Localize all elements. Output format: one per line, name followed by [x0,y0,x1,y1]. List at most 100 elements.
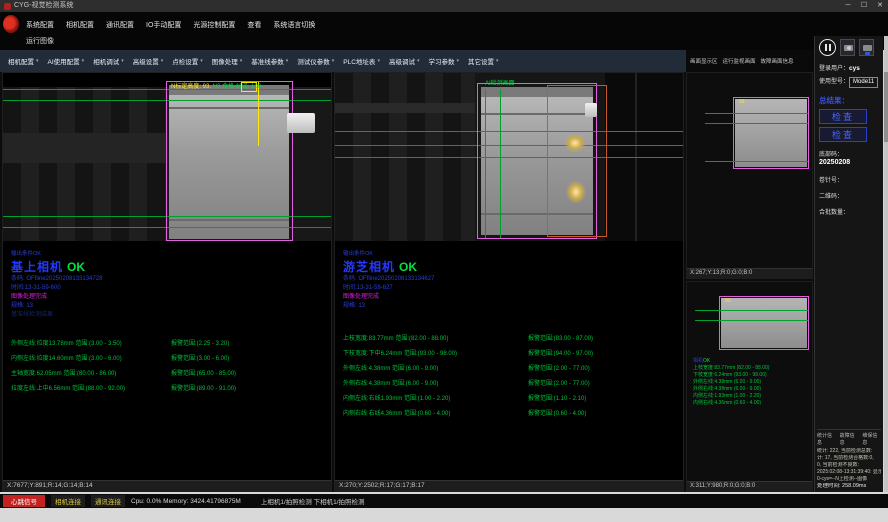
scrollbar-thumb[interactable] [884,72,888,142]
menu-item-view[interactable]: 查看 [247,20,261,30]
chevron-down-icon: ▾ [82,58,85,64]
pause-button[interactable] [819,39,836,56]
menu-item-system-config[interactable]: 系统配置 [26,20,54,30]
maximize-button[interactable]: ☐ [856,0,872,12]
chevron-down-icon: ▾ [332,58,335,64]
left-camera-image[interactable]: N标定高度: 93. N0 合格 纠误: 100 [3,73,331,241]
toolbar-item-plc-address[interactable]: PLC地址表▾ [343,56,380,66]
preview-1[interactable]: 93 X:267;Y:13;R:0;G:0;B:0 [686,72,813,279]
camera-result-title: 游芝相机OK [343,258,675,275]
measurement-list: 外侧左线:拉度13.78mm 范围:(3.00 - 3.50)报警范围:(2.2… [11,340,323,393]
preview-measurement: 外侧右线:4.38mm (6.00 - 9.00) [693,386,769,393]
measurement-row: 外侧右线:4.38mm 范围:(6.00 - 9.00)报警范围:(2.00 -… [343,380,675,388]
toolbar-item-test-params[interactable]: 测试仪参数▾ [297,56,334,66]
measurement-list: 上枝宽度:83.77mm 范围:(82.00 - 88.00)报警范围:(83.… [343,335,675,418]
measurement-row: 内侧右线:右线4.36mm 范围:(0.60 - 4.00)报警范围:(0.60… [343,410,675,418]
toolbar-label: 高级设置 [133,56,159,66]
annotation-result: N0 合格 纠误: 100 [213,84,261,90]
guide-line [705,113,808,114]
camera-view-button[interactable] [840,39,855,56]
toolbar-item-advanced-debug[interactable]: 高级调试▾ [389,56,420,66]
tab-run-image[interactable]: 运行图像 [26,38,54,45]
stat-line: 统计: 222, 当前检测总数: [817,448,881,455]
reflection-glow [561,131,589,155]
bright-part [585,103,597,117]
toolbar-label: 高级调试 [389,56,415,66]
toolbar-item-image-processing[interactable]: 图像处理▾ [212,56,243,66]
bottom-code-value: 20250208 [819,158,880,168]
camera-lens-icon [847,46,851,50]
tab-stats-info[interactable]: 统计信息 [817,432,836,446]
toolbar-item-advanced-settings[interactable]: 高级设置▾ [133,56,164,66]
menu-item-io-manual[interactable]: IO手动配置 [146,20,181,30]
menu-item-camera-config[interactable]: 相机配置 [66,20,94,30]
comm-link-status: 通讯连接 [91,495,125,507]
panel-scrollbar[interactable] [884,36,888,492]
alarm-range: 报警范围:(2.25 - 3.20) [171,340,229,348]
chevron-down-icon: ▾ [377,58,380,64]
camera-link-status: 相机连接 [51,495,85,507]
measurement-row: 外侧左线:4.38mm 范围:(6.00 - 9.00)报警范围:(2.00 -… [343,365,675,373]
toolbar-item-spot-check[interactable]: 点检设置▾ [172,56,203,66]
left-camera-panel: N标定高度: 93. N0 合格 纠误: 100 输出条件OK 基上相机OK 条… [2,72,332,492]
heartbeat-button[interactable]: 心跳信号 [3,495,45,507]
result-ok: OK [67,260,85,274]
measurement-value: 主轴宽度:62.05mm 范围:(80.00 - 86.00) [11,370,171,378]
toolbar-item-baseline-params[interactable]: 基准线参数▾ [251,56,288,66]
brand-logo [3,15,19,33]
camera-capture-status: 上相机1/拍照检测 下相机1/拍照检测 [261,496,365,506]
measurement-value: 内侧左线:右线1.93mm 范围:(1.00 - 2.20) [343,395,528,403]
status-dot-icon [865,52,870,55]
time-line: 时间:13-31-59-627 [343,284,675,293]
measure-line [258,82,259,146]
close-button[interactable]: ✕ [872,0,888,12]
guide-line [695,320,808,321]
minimize-button[interactable]: ─ [840,0,856,12]
toolbar-item-camera-debug[interactable]: 相机调试▾ [93,56,124,66]
toolbar-item-camera-config[interactable]: 相机配置▾ [8,56,39,66]
measurement-value: 内侧左线:拉度14.60mm 范围:(3.00 - 6.00) [11,355,171,363]
preview-annotation: 93 [725,298,731,304]
toolbar-label: 相机调试 [93,56,119,66]
preview-2[interactable]: 93 相机OK 上枝宽度:83.77mm (82.00 - 88.00) 下枝宽… [686,281,813,492]
measurement-row: 主轴宽度:62.05mm 范围:(80.00 - 86.00)报警范围:(65.… [11,370,323,378]
preview-2-results: 相机OK 上枝宽度:83.77mm (82.00 - 88.00) 下枝宽度:6… [693,358,769,407]
camera-result-title: 基上相机OK [11,258,323,275]
previews-header-monitor[interactable]: 运行监视画面 [723,57,756,65]
toolbar-item-other-settings[interactable]: 其它设置▾ [468,56,499,66]
barcode-line: 条码: OFfline20250208133134728 [11,275,323,284]
chevron-down-icon: ▾ [496,58,499,64]
toolbar-item-ai-config[interactable]: AI使用配置▾ [48,56,85,66]
image-annotation: N标定高度: 93. N0 合格 纠误: 100 [171,81,261,90]
toolbar-item-learning-params[interactable]: 学习参数▾ [428,56,459,66]
right-result-text: 输出条件OK 游芝相机OK 条码: OFfline202502081331346… [335,241,683,480]
window-title: CYG-视觉检测系统 [14,0,74,12]
status-bar: 心跳信号 相机连接 通讯连接 Cpu: 0.0% Memory: 3424.41… [0,494,888,508]
tab-maintenance-info[interactable]: 维保信息 [862,432,881,446]
measurement-value: 拉度左线:上中6.56mm 范围:(88.00 - 92.00) [11,385,171,393]
chevron-down-icon: ▾ [417,58,420,64]
menu-item-light-control[interactable]: 光源控制配置 [193,20,235,30]
tab-fault-info[interactable]: 故障信息 [840,432,859,446]
model-row: 使用型号：Mode11 [819,77,880,88]
model-value[interactable]: Mode11 [849,77,878,88]
previews-column: 93 X:267;Y:13;R:0;G:0;B:0 93 相机OK 上枝宽度:8… [686,72,813,492]
previews-header-fault[interactable]: 故障画面信息 [761,57,794,65]
stats-section: 统计信息 故障信息 维保信息 统计: 222, 当前检测总数: 计: 17, 当… [817,429,881,490]
annotation-height: N标定高度: 93. [171,84,211,90]
result-box-2: 检查 [819,127,867,142]
camera-view-button-2[interactable] [859,39,874,56]
login-user-label: 登录用户： [819,66,849,72]
login-user-row: 登录用户：cys [819,64,880,74]
processing-time-line: 处理时间: 258.09ms [817,483,881,490]
pause-icon [825,44,827,51]
result-box-1: 检查 [819,109,867,124]
alarm-range: 报警范围:(1.10 - 2.10) [528,395,586,403]
measurement-row: 内侧左线:拉度14.60mm 范围:(3.00 - 6.00)报警范围:(3.0… [11,355,323,363]
menu-item-language-switch[interactable]: 系统语言切换 [273,20,315,30]
tab-row: 运行图像 [0,34,888,50]
faint-line: 基准线检测结果 [11,311,323,320]
menu-item-comm-config[interactable]: 通讯配置 [106,20,134,30]
barcode-line: 条码: OFfline20250208133134627 [343,275,675,284]
right-camera-image[interactable]: AI检测画面 [335,73,683,241]
